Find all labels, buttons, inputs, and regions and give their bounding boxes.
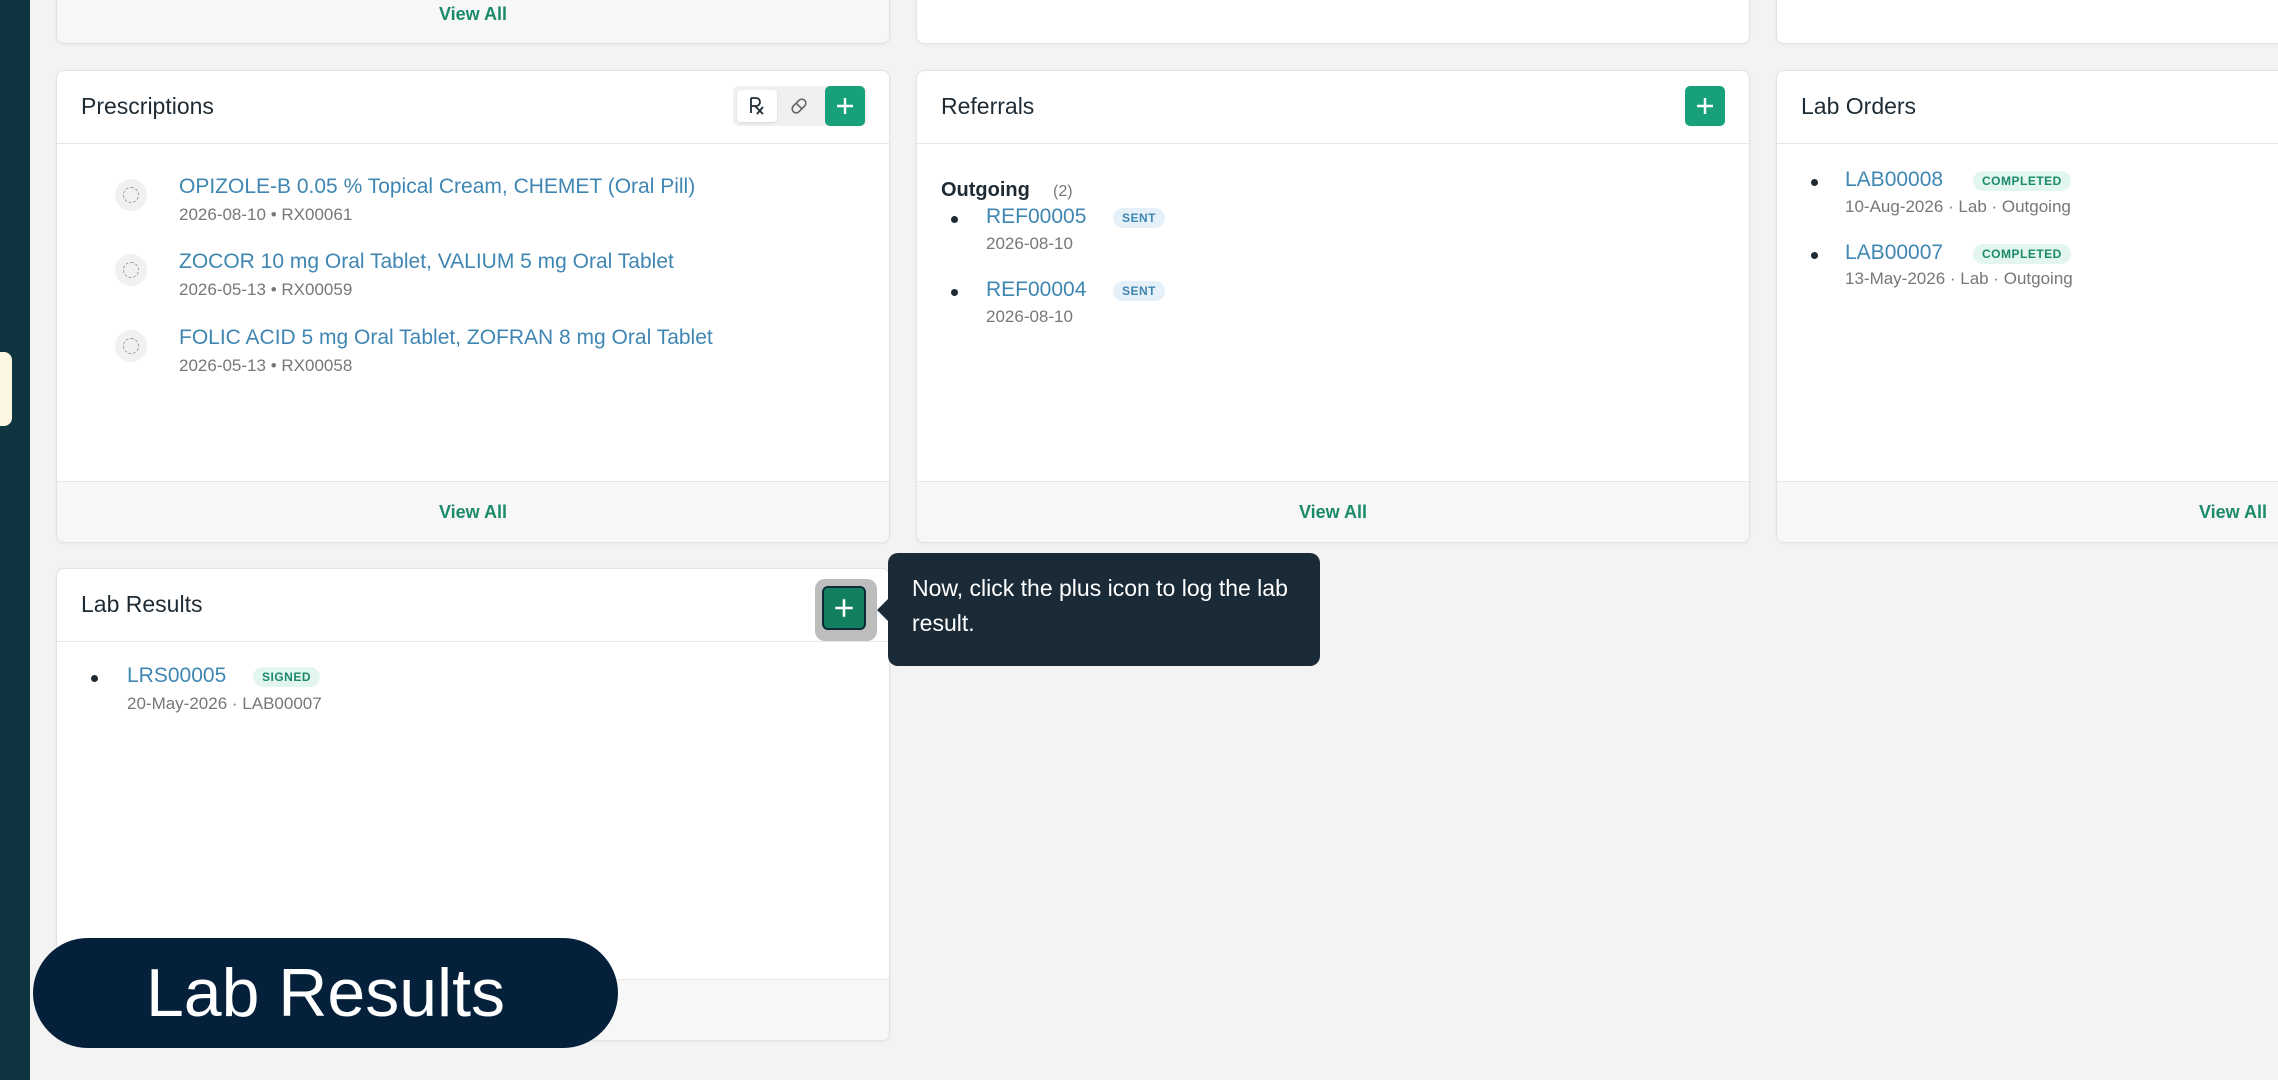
prescription-meta: 2026-05-13 • RX00059 [179,280,353,299]
referral-link[interactable]: REF00004 [986,278,1086,302]
prescriptions-header: Prescriptions [57,71,889,144]
lab-result-link[interactable]: LRS00005 [127,664,226,688]
referral-group-title: Outgoing [941,179,1030,201]
view-all-referrals-link[interactable]: View All [917,482,1749,542]
lab-results-title: Lab Results [81,591,203,617]
add-prescription-button[interactable] [825,86,865,126]
lab-order-link[interactable]: LAB00008 [1845,168,1943,192]
prescription-name[interactable]: FOLIC ACID 5 mg Oral Tablet, ZOFRAN 8 mg… [179,326,713,350]
list-bullet [951,289,958,296]
prescription-item[interactable]: OPIZOLE-B 0.05 % Topical Cream, CHEMET (… [57,169,889,241]
prescriptions-footer: View All [57,481,889,542]
status-pending-icon [115,179,147,211]
list-bullet [1811,179,1818,186]
referrals-footer: View All [917,481,1749,542]
status-pending-icon [115,254,147,286]
prescription-meta: 2026-08-10 • RX00061 [179,205,353,224]
plus-icon [1697,98,1713,114]
lab-result-meta: 20-May-2026 · LAB00007 [127,694,322,713]
status-badge: COMPLETED [1973,244,2071,264]
guide-tooltip: Now, click the plus icon to log the lab … [877,553,1320,666]
view-all-link[interactable]: View All [57,0,889,39]
status-badge: SIGNED [253,667,321,687]
pill-icon[interactable] [779,90,819,122]
caption-banner: Lab Results [33,938,618,1048]
list-bullet [91,675,98,682]
status-badge: SENT [1113,281,1166,301]
status-badge: COMPLETED [1973,171,2071,191]
top-card-middle [916,0,1750,44]
tooltip-text: Now, click the plus icon to log the lab … [912,575,1288,636]
status-pending-icon [115,330,147,362]
view-all-prescriptions-link[interactable]: View All [57,482,889,542]
referral-date: 2026-08-10 [986,307,1073,326]
prescription-item[interactable]: FOLIC ACID 5 mg Oral Tablet, ZOFRAN 8 mg… [57,320,889,392]
lab-order-meta: 10-Aug-2026 · Lab · Outgoing [1845,197,2071,216]
list-bullet [951,216,958,223]
referrals-card: Referrals Outgoing (2) REF00005 SENT 202… [916,70,1750,543]
referral-link[interactable]: REF00005 [986,205,1086,229]
lab-orders-header: Lab Orders [1777,71,2278,144]
referrals-header: Referrals [917,71,1749,144]
rx-icon[interactable] [737,90,777,122]
plus-icon [837,98,853,114]
sidebar [0,0,30,1080]
list-bullet [1811,252,1818,259]
lab-order-meta: 13-May-2026 · Lab · Outgoing [1845,269,2073,288]
lab-results-header: Lab Results [57,569,889,642]
status-badge: SENT [1113,208,1166,228]
prescription-name[interactable]: ZOCOR 10 mg Oral Tablet, VALIUM 5 mg Ora… [179,250,674,274]
lab-orders-card: Lab Orders LAB00008 COMPLETED 10-Aug-202… [1776,70,2278,543]
lab-orders-title: Lab Orders [1801,93,1917,119]
prescriptions-card: Prescriptions OPIZOLE-B 0.05 % Topical C… [56,70,890,543]
referral-group-count: (2) [1053,183,1073,200]
sidebar-toggle-tab[interactable] [0,352,12,426]
add-lab-result-button[interactable] [822,586,866,630]
prescriptions-title: Prescriptions [81,93,214,119]
plus-icon [835,599,853,617]
prescription-item[interactable]: ZOCOR 10 mg Oral Tablet, VALIUM 5 mg Ora… [57,244,889,316]
prescription-name[interactable]: OPIZOLE-B 0.05 % Topical Cream, CHEMET (… [179,175,695,199]
prescription-meta: 2026-05-13 • RX00058 [179,356,353,375]
lab-orders-footer: View All [1777,481,2278,542]
referral-date: 2026-08-10 [986,234,1073,253]
referrals-title: Referrals [941,93,1035,119]
view-all-lab-orders-link[interactable]: View All [1777,482,2278,542]
lab-order-link[interactable]: LAB00007 [1845,241,1943,265]
caption-text: Lab Results [145,955,506,1031]
top-card-right [1776,0,2278,44]
add-referral-button[interactable] [1685,86,1725,126]
top-card-left: View All [56,0,890,44]
